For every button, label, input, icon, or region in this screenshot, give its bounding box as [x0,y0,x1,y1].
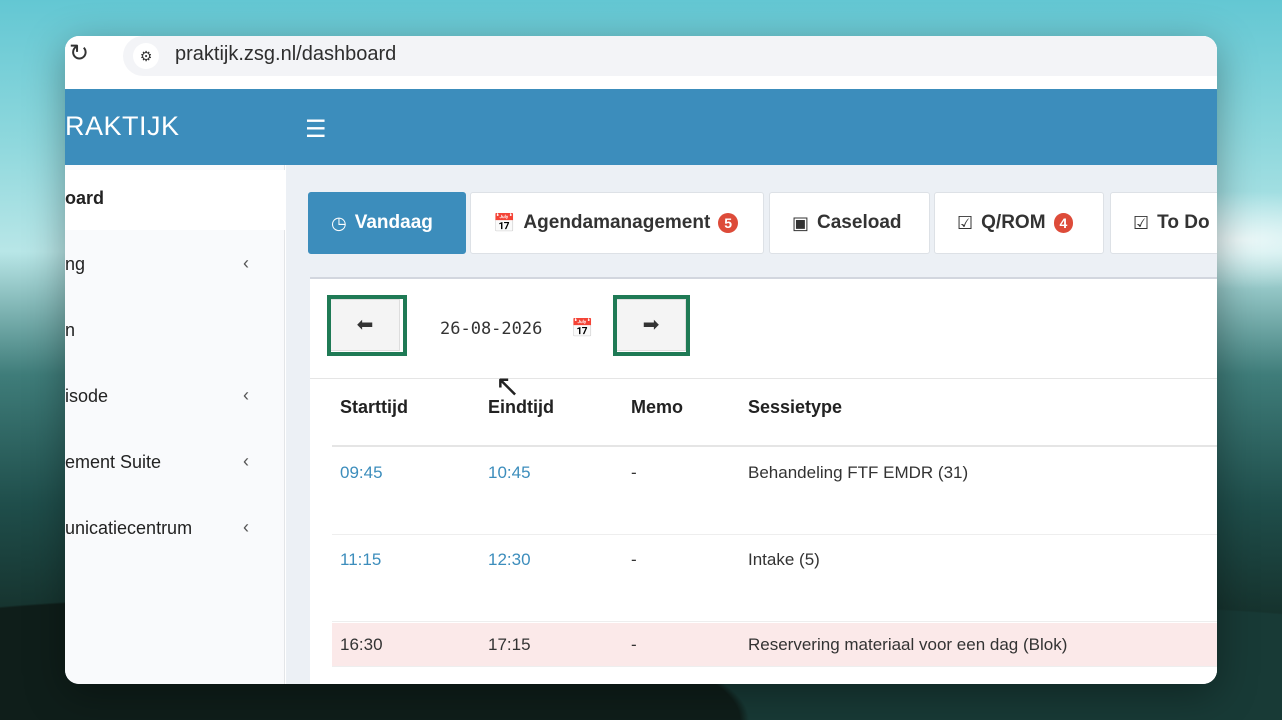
tab-vandaag[interactable]: ◷ Vandaag [308,192,466,254]
notification-badge: 5 [718,213,739,233]
date-input[interactable]: 26-08-2026 📅 [413,303,613,355]
highlight-box-prev [327,295,407,356]
sidebar-item-episode[interactable]: isode ‹ [65,368,285,428]
table-row[interactable]: 09:45 10:45 - Behandeling FTF EMDR (31) [332,449,1217,535]
session-type-cell: Behandeling FTF EMDR (31) [748,463,969,482]
table-row[interactable]: 11:15 12:30 - Intake (5) [332,536,1217,622]
sidebar-item-agenda[interactable]: ng ‹ [65,236,285,296]
main-content: ◷ Vandaag 📅 Agendamanagement 5 ▣ Caseloa… [286,165,1217,684]
session-type-cell: Reservering materiaal voor een dag (Blok… [748,635,1068,654]
end-time-link[interactable]: 10:45 [488,463,531,483]
tab-label: To Do [1157,212,1210,233]
sidebar-item-label: oard [65,188,105,208]
sidebar-item-dashboard[interactable]: oard [65,170,285,230]
tab-todo[interactable]: ☑ To Do [1110,192,1217,254]
calendar-icon[interactable]: 📅 [571,303,593,355]
start-time-link[interactable]: 11:15 [340,550,381,570]
chevron-left-icon: ‹ [243,385,249,405]
sidebar-item-label: ng [65,254,86,274]
table-header: Starttijd Eindtijd Memo Sessietype [332,397,1217,447]
browser-toolbar: ↻ ⚙ praktijk.zsg.nl/dashboard [65,36,1217,89]
highlight-box-next [613,295,690,356]
column-header[interactable]: Sessietype [748,397,842,418]
reload-icon[interactable]: ↻ [69,42,93,66]
column-header[interactable]: Starttijd [340,397,408,418]
session-type-cell: Intake (5) [748,550,820,569]
hamburger-icon[interactable]: ☰ [305,115,327,144]
column-header[interactable]: Eindtijd [488,397,554,418]
url-text[interactable]: praktijk.zsg.nl/dashboard [175,43,396,66]
app-logo[interactable]: RAKTIJK [65,111,180,142]
sidebar-item-communicatiecentrum[interactable]: unicatiecentrum ‹ [65,500,285,560]
date-navigation: ⬅ 26-08-2026 📅 ➡ ↖ [310,279,1217,403]
app-header: RAKTIJK ☰ [65,89,1217,165]
column-header[interactable]: Memo [631,397,683,418]
address-bar[interactable]: ⚙ praktijk.zsg.nl/dashboard [123,36,1217,76]
memo-cell: - [631,635,637,654]
agenda-panel: ⬅ 26-08-2026 📅 ➡ ↖ Starttijd Eindtijd Me… [310,277,1217,684]
start-time-cell: 16:30 [340,635,383,654]
notification-badge: 4 [1053,213,1074,233]
caseload-icon: ▣ [792,212,810,233]
tab-label: Agendamanagement [523,212,711,233]
sidebar-item-management-suite[interactable]: ement Suite ‹ [65,434,285,494]
sidebar-item-3[interactable]: n [65,302,285,362]
chevron-left-icon: ‹ [243,253,249,273]
site-settings-icon[interactable]: ⚙ [133,43,159,69]
tab-label: Q/ROM [981,212,1046,233]
chevron-left-icon: ‹ [243,517,249,537]
sidebar-item-label: n [65,320,76,340]
checkbox-icon: ☑ [1133,212,1150,233]
tab-agendamanagement[interactable]: 📅 Agendamanagement 5 [470,192,764,254]
sidebar-item-label: isode [65,386,109,406]
tab-caseload[interactable]: ▣ Caseload [769,192,930,254]
sidebar-item-label: unicatiecentrum [65,518,193,538]
sidebar: oard ng ‹ n isode ‹ ement Suite ‹ unicat… [65,165,285,684]
table-row-reserved[interactable]: 16:30 17:15 - Reservering materiaal voor… [332,623,1217,667]
chevron-left-icon: ‹ [243,451,249,471]
checkbox-icon: ☑ [957,212,974,233]
tab-qrom[interactable]: ☑ Q/ROM 4 [934,192,1104,254]
calendar-icon: 📅 [493,212,516,233]
clock-icon: ◷ [331,212,347,233]
memo-cell: - [631,550,637,569]
tab-label: Vandaag [354,212,433,233]
start-time-link[interactable]: 09:45 [340,463,383,483]
memo-cell: - [631,463,637,482]
end-time-link[interactable]: 12:30 [488,550,531,570]
tab-label: Caseload [817,212,902,233]
date-value: 26-08-2026 [440,319,543,339]
end-time-cell: 17:15 [488,635,531,654]
browser-window: ↻ ⚙ praktijk.zsg.nl/dashboard RAKTIJK ☰ … [65,36,1217,684]
sidebar-item-label: ement Suite [65,452,162,472]
